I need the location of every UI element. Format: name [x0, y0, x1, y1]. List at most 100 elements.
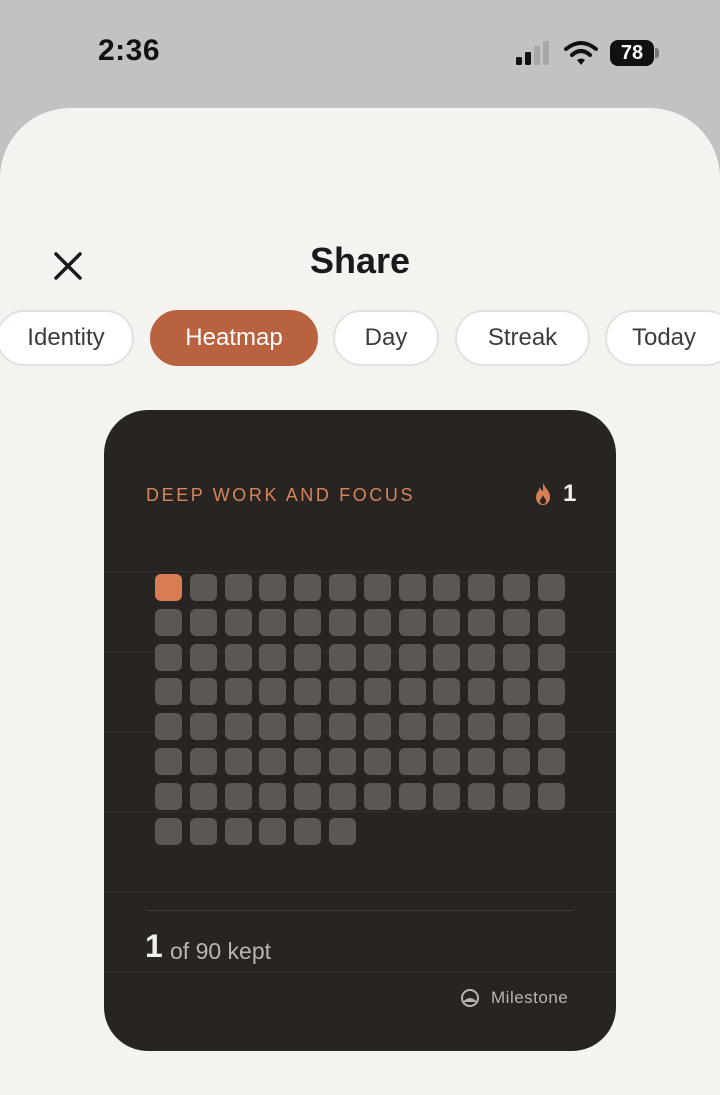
heatmap-day-cell	[189, 713, 217, 741]
heatmap-day-cell	[155, 643, 182, 671]
heatmap-day-cell	[294, 817, 322, 845]
heatmap-day-cell	[433, 608, 461, 636]
heatmap-day-cell	[363, 643, 391, 671]
heatmap-day-cell	[468, 643, 496, 671]
heatmap-day-cell	[189, 817, 217, 845]
heatmap-day-cell	[537, 678, 565, 706]
heatmap-day-cell	[503, 678, 530, 706]
wifi-icon	[564, 41, 598, 65]
heatmap-day-cell	[155, 608, 182, 636]
heatmap-day-cell	[224, 817, 252, 845]
heatmap-day-cell	[537, 782, 565, 810]
heatmap-day-cell	[189, 678, 217, 706]
tab-identity[interactable]: Identity	[0, 310, 134, 366]
heatmap-day-cell	[259, 643, 287, 671]
heatmap-day-cell	[259, 608, 287, 636]
battery-cap	[655, 48, 659, 58]
tab-streak[interactable]: Streak	[455, 310, 590, 366]
heatmap-day-cell	[468, 574, 496, 601]
heatmap-day-cell	[398, 678, 426, 706]
tab-label: Today	[631, 324, 697, 351]
tab-day[interactable]: Day	[333, 310, 439, 366]
card-divider	[146, 910, 574, 911]
heatmap-day-cell	[363, 574, 391, 601]
heatmap-day-cell	[294, 608, 322, 636]
heatmap-day-cell	[294, 782, 322, 810]
heatmap-day-cell	[503, 713, 530, 741]
heatmap-day-cell	[468, 748, 496, 775]
heatmap-day-cell	[224, 748, 252, 775]
milestone-icon	[461, 989, 479, 1007]
heatmap-day-cell	[398, 748, 426, 775]
kept-count: 1	[145, 928, 163, 964]
heatmap-day-cell	[294, 678, 322, 706]
tab-today[interactable]: Today	[605, 310, 720, 366]
heatmap-day-cell	[259, 817, 287, 845]
heatmap-day-cell	[224, 713, 252, 741]
heatmap-day-cell	[189, 574, 217, 601]
heatmap-day-cell	[468, 608, 496, 636]
heatmap-day-cell	[155, 678, 182, 706]
heatmap-day-cell	[155, 782, 182, 810]
heatmap-day-cell	[503, 782, 530, 810]
heatmap-day-cell	[363, 748, 391, 775]
heatmap-day-cell	[294, 748, 322, 775]
heatmap-day-cell	[329, 643, 356, 671]
heatmap-day-cell	[259, 574, 287, 601]
heatmap-day-cell	[398, 608, 426, 636]
heatmap-day-cell	[259, 678, 287, 706]
heatmap-day-cell	[224, 678, 252, 706]
heatmap-day-cell	[155, 574, 182, 601]
heatmap-day-cell	[398, 574, 426, 601]
heatmap-day-cell	[224, 574, 252, 601]
heatmap-day-cell	[537, 713, 565, 741]
tab-label: Identity	[27, 324, 105, 351]
heatmap-day-cell	[503, 748, 530, 775]
heatmap-day-cell	[537, 608, 565, 636]
heatmap-day-cell	[294, 643, 322, 671]
heatmap-day-cell	[155, 713, 182, 741]
brand-label: Milestone	[491, 988, 569, 1007]
heatmap-day-cell	[294, 713, 322, 741]
tab-heatmap[interactable]: Heatmap	[150, 310, 318, 366]
kept-label: of 90 kept	[170, 938, 272, 964]
tab-label: Heatmap	[185, 324, 283, 351]
tab-label: Streak	[487, 324, 558, 351]
heatmap-day-cell	[224, 782, 252, 810]
heatmap-day-cell	[224, 608, 252, 636]
heatmap-day-cell	[363, 713, 391, 741]
heatmap-day-cell	[433, 643, 461, 671]
heatmap-day-cell	[329, 817, 356, 845]
heatmap-day-cell	[363, 608, 391, 636]
heatmap-day-cell	[468, 713, 496, 741]
heatmap-day-cell	[503, 608, 530, 636]
heatmap-day-cell	[329, 782, 356, 810]
heatmap-day-cell	[155, 748, 182, 775]
tab-label: Day	[364, 324, 408, 351]
heatmap-day-cell	[468, 678, 496, 706]
heatmap-day-cell	[294, 574, 322, 601]
heatmap-day-cell	[259, 713, 287, 741]
heatmap-day-cell	[224, 643, 252, 671]
cellular-signal-icon	[516, 41, 549, 65]
page-title: Share	[309, 240, 411, 281]
share-card: DEEP WORK AND FOCUS 1 1 of 90 kept Miles…	[104, 410, 616, 1051]
heatmap-day-cell	[398, 713, 426, 741]
heatmap-day-cell	[329, 574, 356, 601]
heatmap-day-cell	[259, 748, 287, 775]
heatmap-day-cell	[363, 678, 391, 706]
heatmap-day-cell	[433, 574, 461, 601]
heatmap-day-cell	[433, 748, 461, 775]
heatmap-day-cell	[537, 748, 565, 775]
heatmap-day-cell	[433, 678, 461, 706]
heatmap-day-cell	[398, 782, 426, 810]
heatmap-day-cell	[189, 643, 217, 671]
heatmap-day-cell	[155, 817, 182, 845]
heatmap-day-cell	[329, 748, 356, 775]
battery-level: 78	[620, 41, 644, 64]
heatmap-day-cell	[537, 643, 565, 671]
heatmap-day-cell	[503, 574, 530, 601]
heatmap-day-cell	[189, 748, 217, 775]
heatmap-day-cell	[329, 713, 356, 741]
heatmap-day-cell	[329, 678, 356, 706]
